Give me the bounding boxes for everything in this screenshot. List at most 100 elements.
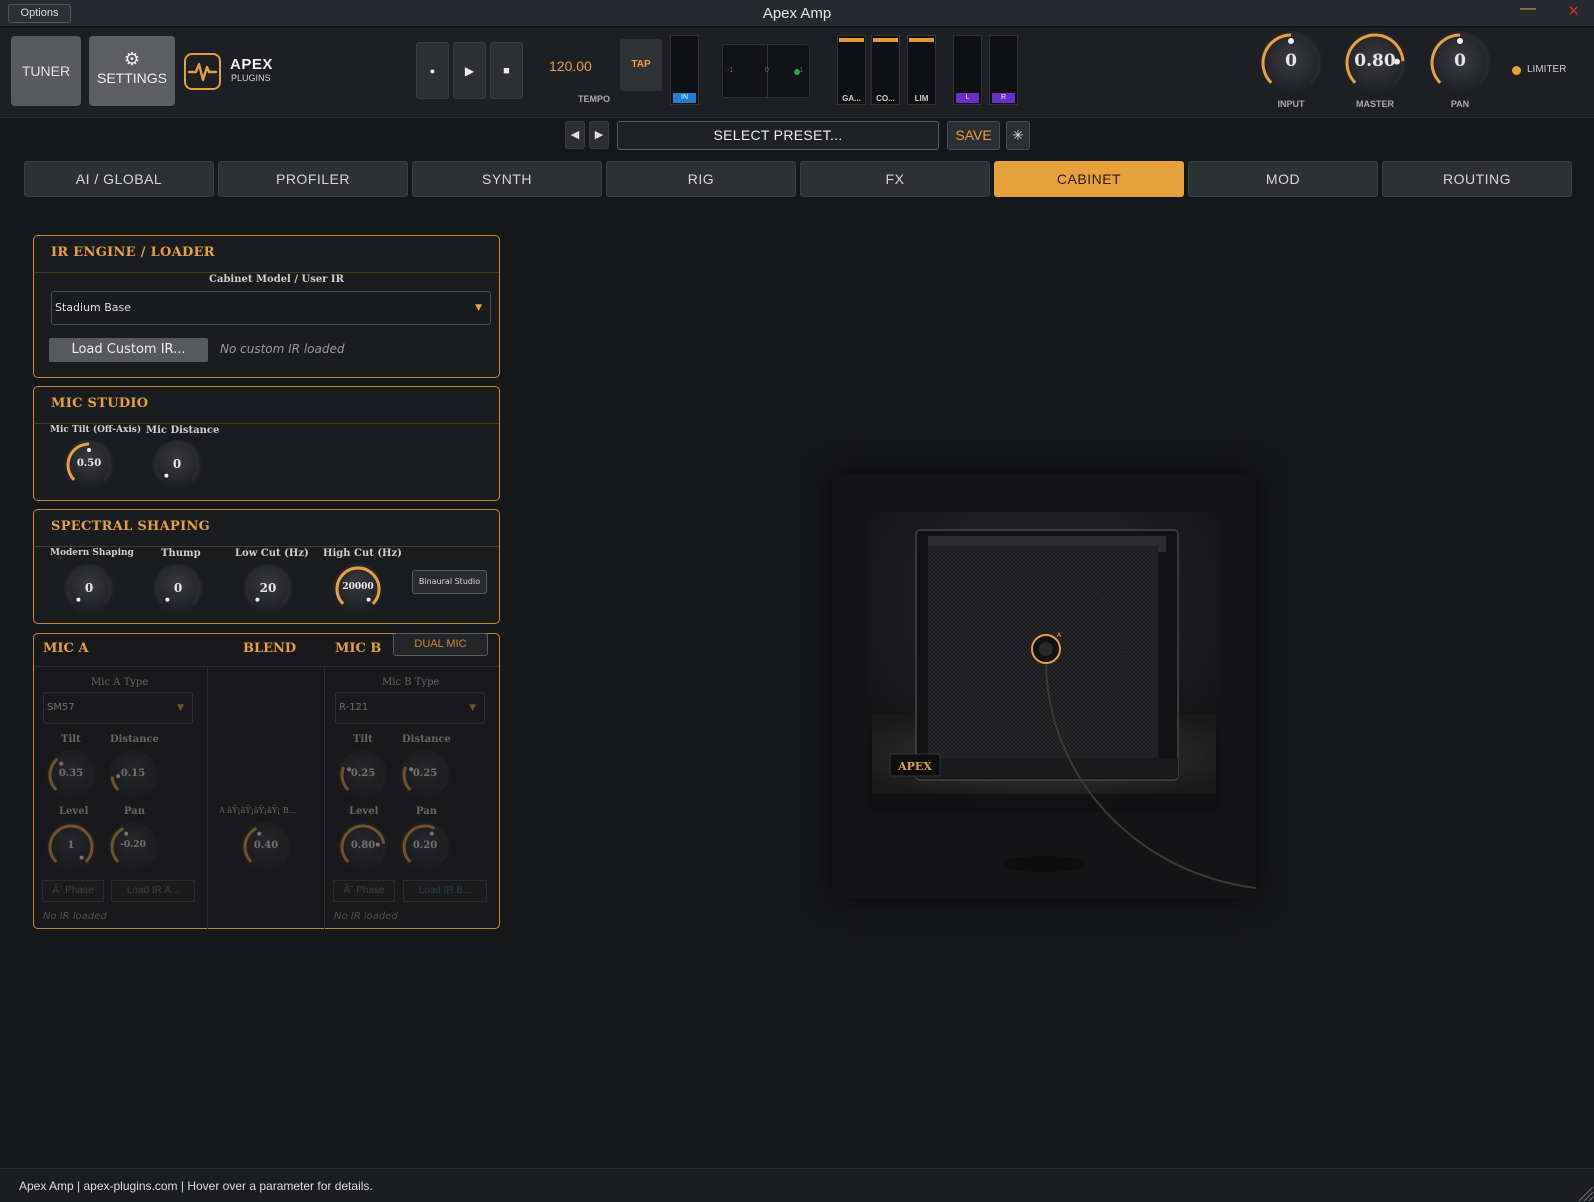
resize-grip-icon[interactable] [1574, 1182, 1594, 1202]
mic-a-distance-value: 0.15 [120, 768, 146, 779]
mic-b-level-knob[interactable]: 0.80 [338, 822, 388, 872]
next-preset-button[interactable]: ▶ [589, 121, 609, 149]
pan-knob[interactable]: 0 PAN [1425, 31, 1495, 109]
cabinet-illustration: APEX A [868, 512, 1257, 889]
mic-distance-value: 0 [172, 457, 182, 471]
mic-b-distance-label: Distance [402, 734, 451, 745]
close-icon[interactable]: ✕ [1567, 2, 1580, 20]
input-knob[interactable]: 0 INPUT [1256, 31, 1326, 109]
tab-bar: AI / GLOBAL PROFILER SYNTH RIG FX CABINE… [24, 161, 1572, 197]
mic-b-tilt-knob[interactable]: 0.25 [338, 750, 388, 800]
output-meter-left: L [953, 35, 982, 105]
pan-knob-value: 0 [1454, 51, 1466, 71]
chevron-down-icon: ▼ [475, 303, 482, 313]
minimize-icon[interactable]: — [1520, 0, 1536, 18]
title-bar: Options Apex Amp — ✕ [0, 0, 1594, 27]
low-cut-knob[interactable]: 20 [243, 564, 293, 614]
settings-button[interactable]: ⚙ SETTINGS [89, 36, 175, 106]
tuner-button[interactable]: TUNER [11, 36, 81, 106]
master-knob-value: 0.80 [1354, 51, 1396, 71]
thump-knob[interactable]: 0 [153, 564, 203, 614]
master-knob[interactable]: 0.80 MASTER [1340, 31, 1410, 109]
compressor-meter-bar [873, 38, 898, 42]
mic-a-pan-value: -0.20 [120, 840, 146, 850]
dual-mic-toggle[interactable]: DUAL MIC [393, 633, 488, 656]
mic-b-type-dropdown[interactable]: R-121 ▼ [335, 692, 485, 724]
preset-selector[interactable]: SELECT PRESET... [617, 121, 939, 150]
mic-b-level-label: Level [349, 806, 379, 817]
mic-b-tilt-value: 0.25 [350, 768, 376, 779]
high-cut-value: 20000 [342, 582, 374, 592]
mic-b-title: MIC B [335, 641, 382, 656]
mic-b-pan-knob[interactable]: 0.20 [400, 822, 450, 872]
mic-b-phase-button[interactable]: Ã˜ Phase [333, 880, 395, 902]
low-cut-value: 20 [259, 581, 277, 595]
tab-ai-global[interactable]: AI / GLOBAL [24, 161, 214, 197]
mic-b-load-ir-button[interactable]: Load IR B... [403, 880, 487, 902]
mic-a-ir-status: No IR loaded [43, 911, 107, 922]
gate-meter-label: GA... [842, 94, 861, 103]
limiter-led[interactable] [1512, 66, 1521, 75]
cabinet-preview: APEX A [832, 474, 1257, 898]
mic-b-separator [324, 667, 325, 929]
mic-a-distance-knob[interactable]: 0.15 [108, 750, 158, 800]
pan-knob-dial[interactable]: 0 [1428, 31, 1492, 95]
blend-value: 0.40 [253, 840, 279, 851]
mic-b-tilt-label: Tilt [353, 734, 373, 745]
modern-shaping-value: 0 [84, 581, 94, 595]
binaural-studio-button[interactable]: Binaural Studio [412, 570, 487, 594]
cabinet-model-dropdown[interactable]: Stadium Base ▼ [51, 291, 491, 325]
save-preset-button[interactable]: SAVE [947, 121, 1000, 150]
blend-knob[interactable]: 0.40 [241, 822, 291, 872]
load-custom-ir-button[interactable]: Load Custom IR... [49, 338, 208, 362]
tab-mod[interactable]: MOD [1188, 161, 1378, 197]
prev-preset-button[interactable]: ◀ [565, 121, 585, 149]
mic-a-type-label: Mic A Type [91, 677, 149, 688]
mic-a-distance-label: Distance [110, 734, 159, 745]
preset-options-icon[interactable]: ✳ [1006, 121, 1030, 150]
mic-distance-knob[interactable]: 0 [152, 440, 202, 490]
mic-b-pan-label: Pan [416, 806, 438, 817]
tab-synth[interactable]: SYNTH [412, 161, 602, 197]
mic-a-load-ir-button[interactable]: Load IR A... [111, 880, 195, 902]
tab-cabinet[interactable]: CABINET [994, 161, 1184, 197]
mic-b-distance-value: 0.25 [412, 768, 438, 779]
modern-shaping-knob[interactable]: 0 [64, 564, 114, 614]
tab-profiler[interactable]: PROFILER [218, 161, 408, 197]
tab-fx[interactable]: FX [800, 161, 990, 197]
tempo-value[interactable]: 120.00 [549, 58, 592, 74]
mic-b-distance-knob[interactable]: 0.25 [400, 750, 450, 800]
scope-position-dot [794, 69, 800, 75]
output-meter-right: R [989, 35, 1018, 105]
mic-a-pan-knob[interactable]: -0.20 [108, 822, 158, 872]
mic-a-level-knob[interactable]: 1 [46, 822, 96, 872]
chevron-down-icon: ▼ [469, 703, 476, 713]
app-window: Options Apex Amp — ✕ TUNER ⚙ SETTINGS AP… [0, 0, 1594, 1202]
play-button[interactable]: ▶ [453, 42, 486, 99]
mic-a-phase-button[interactable]: Ã˜ Phase [42, 880, 104, 902]
thump-label: Thump [161, 548, 201, 559]
limiter-label: LIMITER [1527, 64, 1567, 75]
compressor-meter: CO... [871, 35, 900, 105]
high-cut-knob[interactable]: 20000 [333, 564, 383, 614]
mic-distance-label: Mic Distance [146, 425, 220, 436]
tab-routing[interactable]: ROUTING [1382, 161, 1572, 197]
scope-center-label: 0 [765, 67, 769, 74]
low-cut-label: Low Cut (Hz) [235, 548, 309, 559]
mic-b-ir-status: No IR loaded [334, 911, 398, 922]
mic-a-type-dropdown[interactable]: SM57 ▼ [43, 692, 193, 724]
master-knob-dial[interactable]: 0.80 [1343, 31, 1407, 95]
top-toolbar: TUNER ⚙ SETTINGS APEX PLUGINS ● ▶ ■ 120.… [0, 28, 1594, 118]
stop-button[interactable]: ■ [490, 42, 523, 99]
tab-rig[interactable]: RIG [606, 161, 796, 197]
mic-tilt-knob[interactable]: 0.50 [64, 440, 114, 490]
blend-label: A ãŸ¡ãŸ¡ãŸ¡ãŸ¡ B... [219, 806, 297, 815]
record-button[interactable]: ● [416, 42, 449, 99]
custom-ir-status: No custom IR loaded [220, 342, 345, 356]
spectral-shaping-title: SPECTRAL SHAPING [34, 510, 499, 547]
input-knob-dial[interactable]: 0 [1259, 31, 1323, 95]
mic-tilt-label: Mic Tilt (Off-Axis) [50, 425, 142, 435]
stereo-scope: -1 0 +1 [722, 44, 810, 98]
tap-tempo-button[interactable]: TAP [620, 39, 662, 91]
mic-a-tilt-knob[interactable]: 0.35 [46, 750, 96, 800]
